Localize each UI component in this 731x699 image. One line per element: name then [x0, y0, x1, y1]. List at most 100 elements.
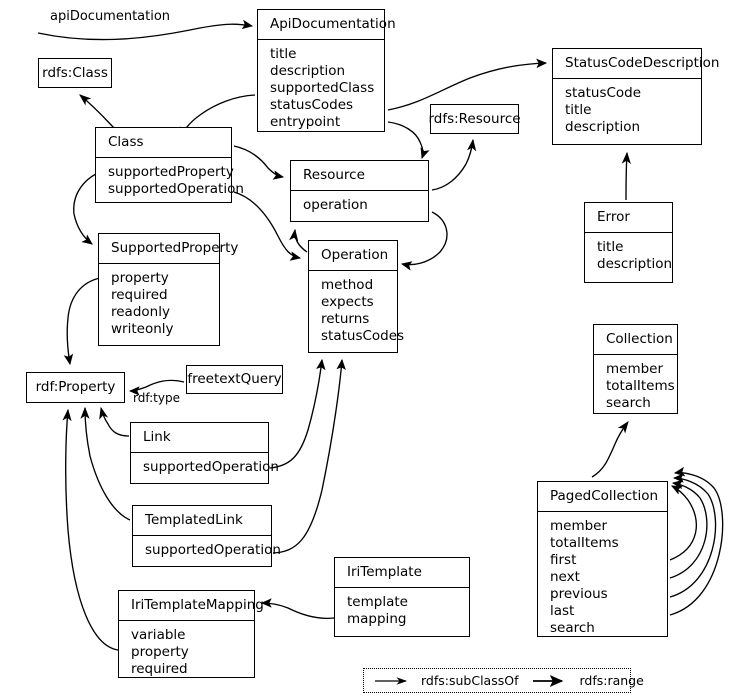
attribute: property — [111, 270, 169, 286]
attribute: returns — [321, 311, 370, 327]
class-name-templatedlink: TemplatedLink — [133, 506, 271, 536]
class-box-statuscodedescription: StatusCodeDescription statusCode title d… — [552, 48, 719, 145]
attribute: variable — [131, 627, 186, 643]
class-name-rdf-property: rdf:Property — [35, 379, 116, 395]
edge-iritemplate-to-iritemplatemapping — [260, 598, 335, 620]
class-box-pagedcollection: PagedCollection member totalItems first … — [537, 481, 668, 637]
edge-operation-to-resource — [289, 228, 308, 253]
attribute: member — [550, 518, 608, 534]
attribute: statusCodes — [270, 97, 354, 113]
class-box-error: Error title description — [584, 202, 673, 283]
edge-pagedcollection-first — [669, 485, 698, 561]
class-attributes-iritemplate: template mapping — [335, 588, 469, 634]
class-name-iritemplatemapping: IriTemplateMapping — [119, 591, 264, 621]
edge-freetextquery-to-rdfproperty — [128, 379, 185, 396]
edge-link-to-rdfproperty — [99, 406, 130, 437]
attribute: first — [550, 552, 577, 568]
class-attributes-templatedlink: supportedOperation — [133, 536, 281, 565]
edge-pagedcollection-previous — [669, 473, 717, 598]
class-name-statuscodedescription: StatusCodeDescription — [553, 49, 719, 79]
class-box-templatedlink: TemplatedLink supportedOperation — [132, 505, 281, 567]
attribute: description — [270, 63, 346, 79]
class-box-class: Class supportedProperty supportedOperati… — [95, 127, 244, 204]
class-attributes-collection: member totalItems search — [594, 355, 677, 418]
attribute: method — [321, 277, 374, 293]
class-name-class: Class — [96, 128, 231, 158]
class-box-rdf-property: rdf:Property — [26, 372, 125, 403]
legend-entry-range: rdfs:range — [532, 673, 644, 688]
edge-label-apidocumentation: apiDocumentation — [50, 9, 171, 24]
class-attributes-pagedcollection: member totalItems first next previous la… — [538, 512, 667, 643]
class-name-collection: Collection — [594, 325, 677, 355]
class-name-supportedproperty: SupportedProperty — [99, 234, 238, 264]
attribute: entrypoint — [270, 114, 341, 130]
attribute: property — [131, 644, 189, 660]
class-name-error: Error — [585, 203, 672, 233]
attribute: title — [270, 46, 297, 62]
attribute: statusCode — [565, 85, 642, 101]
attribute: next — [550, 569, 580, 585]
class-name-iritemplate: IriTemplate — [335, 558, 469, 588]
attribute: last — [550, 603, 575, 619]
class-name-apidocumentation: ApiDocumentation — [258, 10, 396, 40]
class-attributes-statuscodedescription: statusCode title description — [553, 79, 701, 142]
uml-class-diagram: ApiDocumentation title description suppo… — [0, 0, 731, 699]
class-box-collection: Collection member totalItems search — [593, 324, 678, 414]
class-attributes-iritemplatemapping: variable property required — [119, 621, 254, 684]
class-box-operation: Operation method expects returns statusC… — [308, 240, 405, 353]
legend-label-subclassof: rdfs:subClassOf — [421, 673, 519, 688]
legend-label-range: rdfs:range — [579, 673, 644, 688]
edge-apidocumentation-label — [37, 19, 254, 41]
class-name-freetextquery: freetextQuery — [187, 371, 282, 387]
edge-templatedlink-to-rdfproperty — [80, 406, 131, 521]
class-name-resource: Resource — [291, 161, 428, 191]
attribute: operation — [303, 197, 368, 213]
attribute: mapping — [347, 611, 407, 627]
class-box-rdfs-resource: rdfs:Resource — [428, 104, 521, 134]
attribute: description — [565, 119, 641, 135]
class-attributes-resource: operation — [291, 191, 428, 220]
class-box-iritemplatemapping: IriTemplateMapping variable property req… — [118, 590, 264, 678]
class-attributes-operation: method expects returns statusCodes — [309, 271, 405, 351]
class-box-freetextquery: freetextQuery — [186, 365, 283, 394]
attribute: required — [131, 661, 188, 677]
edge-resource-to-rdfsresource — [431, 138, 477, 191]
edge-label-rdf-type: rdf:type — [133, 391, 180, 405]
edge-apidoc-to-statuscodedescription — [387, 58, 548, 111]
legend-entry-subclassof: rdfs:subClassOf — [374, 673, 518, 688]
attribute: supportedOperation — [143, 459, 279, 475]
class-box-rdfs-class: rdfs:Class — [38, 58, 112, 88]
edge-class-to-resource — [233, 145, 285, 180]
attribute: search — [606, 395, 651, 411]
class-attributes-supportedproperty: property required readonly writeonly — [99, 264, 219, 344]
class-name-rdfs-resource: rdfs:Resource — [428, 110, 521, 127]
attribute: totalItems — [606, 378, 675, 394]
class-attributes-apidocumentation: title description supportedClass statusC… — [258, 40, 384, 137]
attribute: readonly — [111, 304, 170, 320]
edge-iritemplatemapping-to-rdfproperty — [62, 408, 119, 651]
attribute: previous — [550, 586, 608, 602]
attribute: required — [111, 287, 168, 303]
class-attributes-class: supportedProperty supportedOperation — [96, 158, 244, 204]
edge-class-to-rdfsclass — [79, 94, 117, 131]
class-box-link: Link supportedOperation — [130, 422, 279, 484]
attribute: description — [597, 256, 673, 272]
attribute: totalItems — [550, 535, 619, 551]
edge-pagedcollection-to-collection — [591, 421, 629, 478]
edge-pagedcollection-next — [669, 479, 708, 579]
class-attributes-error: title description — [585, 233, 672, 279]
attribute: supportedOperation — [108, 181, 244, 197]
range-arrow-icon — [533, 674, 564, 687]
attribute: title — [597, 239, 624, 255]
class-box-resource: Resource operation — [290, 160, 429, 222]
attribute: search — [550, 620, 595, 636]
edge-apidoc-to-resource — [387, 121, 430, 160]
attribute: expects — [321, 294, 374, 310]
class-name-link: Link — [131, 423, 268, 453]
attribute: statusCodes — [321, 328, 405, 344]
class-name-rdfs-class: rdfs:Class — [42, 64, 108, 81]
class-box-iritemplate: IriTemplate template mapping — [334, 557, 470, 637]
class-box-supportedproperty: SupportedProperty property required read… — [98, 233, 238, 346]
class-name-operation: Operation — [309, 241, 397, 271]
attribute: supportedClass — [270, 80, 375, 96]
